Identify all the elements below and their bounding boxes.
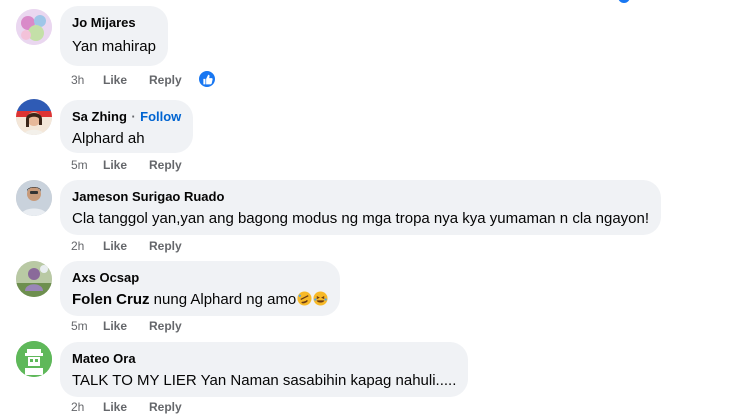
reply-button[interactable]: Reply: [149, 72, 182, 88]
comment-text: Alphard ah: [72, 130, 145, 147]
timestamp[interactable]: 5m: [71, 318, 103, 334]
avatar[interactable]: [16, 341, 52, 377]
like-button[interactable]: Like: [103, 318, 149, 334]
comment-text: Folen Cruz nung Alphard ng amo: [72, 290, 328, 310]
like-button[interactable]: Like: [103, 399, 149, 415]
timestamp[interactable]: 2h: [71, 399, 103, 415]
author-name[interactable]: Axs Ocsap: [72, 270, 139, 285]
author-name[interactable]: Jo Mijares: [72, 15, 136, 30]
follow-button[interactable]: Follow: [140, 109, 181, 124]
like-button[interactable]: Like: [103, 72, 149, 88]
comment-bubble: Jo Mijares Yan mahirap: [60, 6, 168, 66]
follow-separator: ·: [131, 109, 136, 124]
comment-bubble: Mateo Ora TALK TO MY LIER Yan Naman sasa…: [60, 342, 469, 397]
reaction-indicator-partial: [618, 0, 630, 3]
like-button[interactable]: Like: [103, 238, 149, 254]
author-name[interactable]: Jameson Surigao Ruado: [72, 189, 224, 204]
timestamp[interactable]: 5m: [71, 157, 103, 173]
comment-text: Cla tanggol yan,yan ang bagong modus ng …: [72, 210, 650, 227]
comment-body: nung Alphard ng amo: [149, 291, 297, 308]
like-button[interactable]: Like: [103, 157, 149, 173]
comment-bubble: Axs Ocsap Folen Cruz nung Alphard ng amo: [60, 261, 341, 316]
comment-actions: 2h Like Reply: [71, 238, 182, 254]
reply-button[interactable]: Reply: [149, 157, 182, 173]
avatar[interactable]: [16, 180, 52, 216]
comment-actions: 5m Like Reply: [71, 318, 182, 334]
comment-actions: 5m Like Reply: [71, 157, 182, 173]
avatar[interactable]: [16, 9, 52, 45]
laughing-emoji: [313, 291, 328, 306]
avatar[interactable]: [16, 261, 52, 297]
comment-text: Yan mahirap: [72, 38, 156, 55]
reply-button[interactable]: Reply: [149, 399, 182, 415]
avatar[interactable]: [16, 99, 52, 135]
reply-button[interactable]: Reply: [149, 318, 182, 334]
rofl-emoji: [297, 291, 312, 306]
comment-actions: 2h Like Reply: [71, 399, 182, 415]
author-name[interactable]: Mateo Ora: [72, 351, 136, 366]
author-name[interactable]: Sa Zhing: [72, 109, 127, 124]
comment-actions: 3h Like Reply: [71, 72, 182, 88]
like-icon[interactable]: [197, 69, 217, 89]
timestamp[interactable]: 3h: [71, 72, 103, 88]
timestamp[interactable]: 2h: [71, 238, 103, 254]
comment-bubble: Sa Zhing · Follow Alphard ah: [60, 100, 194, 153]
reply-button[interactable]: Reply: [149, 238, 182, 254]
comment-bubble: Jameson Surigao Ruado Cla tanggol yan,ya…: [60, 180, 662, 235]
mention-link[interactable]: Folen Cruz: [72, 291, 150, 308]
comment-text: TALK TO MY LIER Yan Naman sasabihin kapa…: [72, 372, 457, 389]
